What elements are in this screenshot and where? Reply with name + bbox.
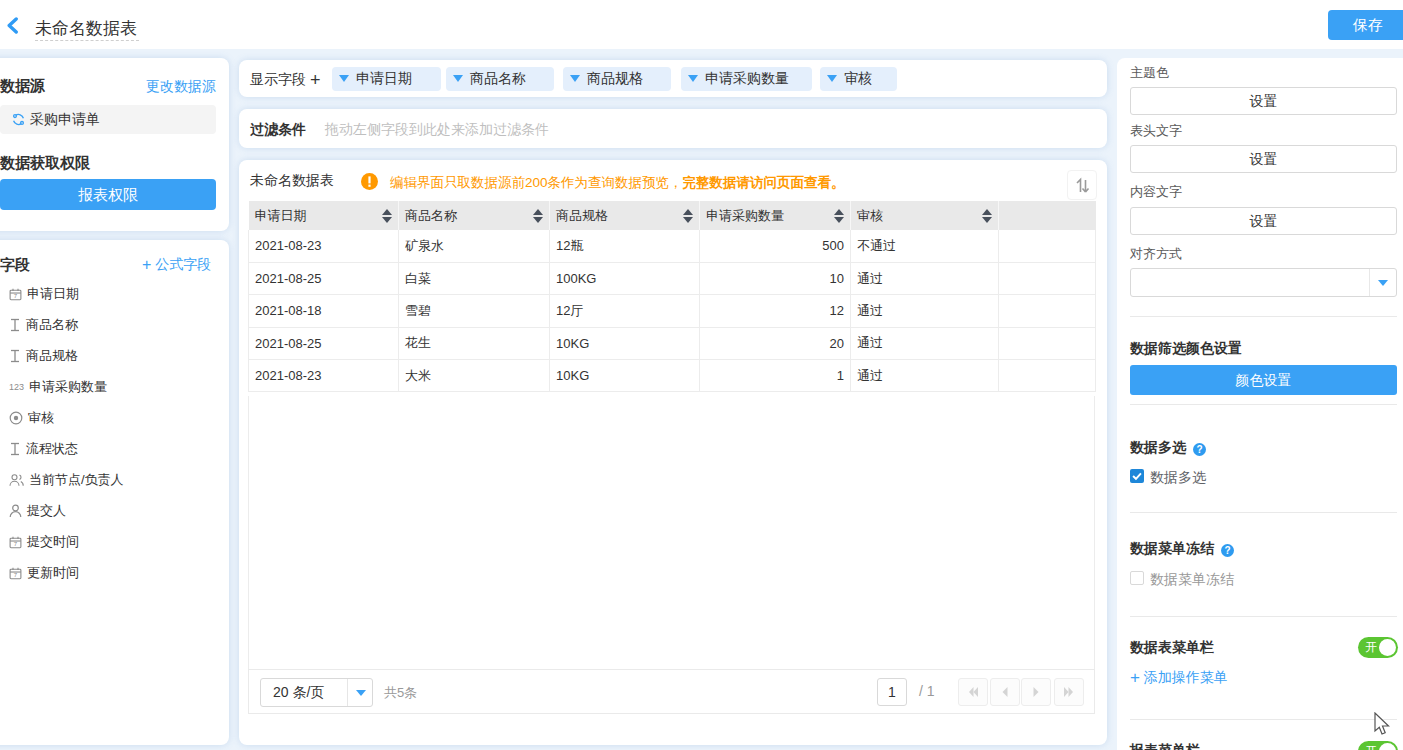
svg-text:7: 7 [14, 572, 18, 578]
svg-text:7: 7 [14, 293, 18, 299]
svg-text:7: 7 [14, 541, 18, 547]
